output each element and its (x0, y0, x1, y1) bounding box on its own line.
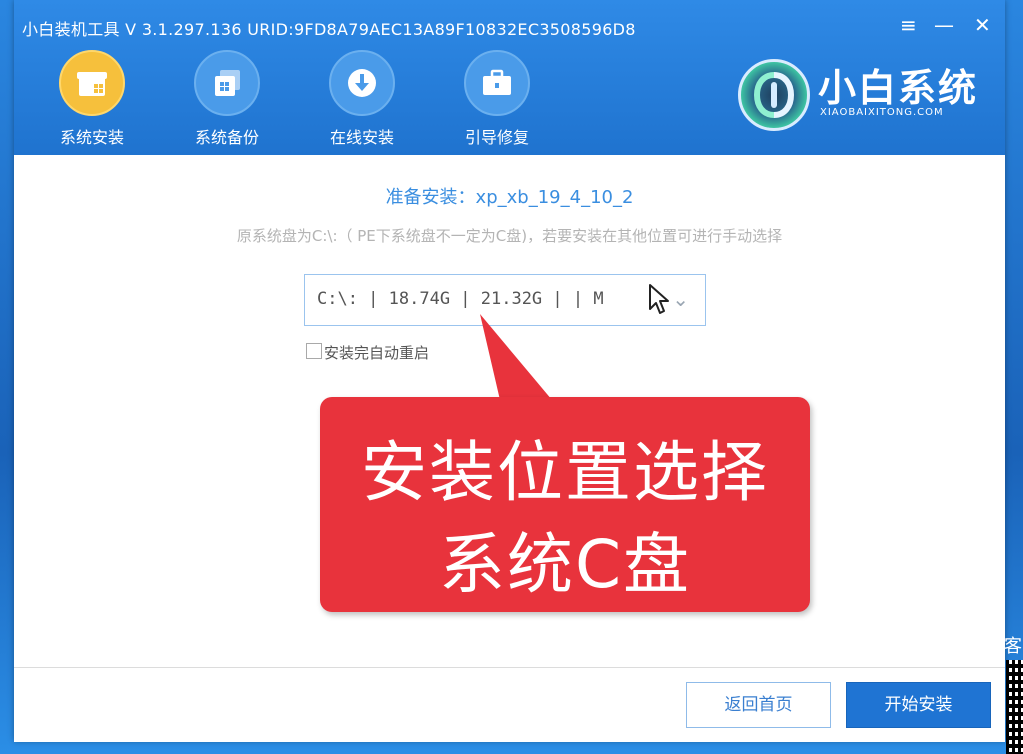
mouse-cursor-icon (649, 284, 669, 314)
nav-label: 在线安装 (329, 128, 394, 147)
partition-value: C:\: | 18.74G | 21.32G | | M (317, 289, 604, 309)
brand-logo: 小白系统 XIAOBAIXITONG.COM (738, 55, 998, 135)
toolbox-icon (464, 50, 530, 116)
side-service-label: 客 (1004, 636, 1022, 657)
backup-icon (194, 50, 260, 116)
install-box-icon (59, 50, 125, 116)
chevron-down-icon: ⌄ (672, 287, 689, 311)
prepare-install-title: 准备安装：xp_xb_19_4_10_2 (385, 187, 634, 208)
nav-item-boot-repair[interactable]: 引导修复 (442, 50, 552, 150)
back-home-button[interactable]: 返回首页 (686, 682, 831, 728)
auto-restart-label: 安装完自动重启 (324, 344, 430, 362)
download-icon (329, 50, 395, 116)
qr-code-icon (1006, 660, 1023, 754)
window-title: 小白装机工具 V 3.1.297.136 URID:9FD8A79AEC13A8… (22, 20, 636, 39)
callout-pointer (480, 314, 552, 400)
nav-label: 系统备份 (194, 128, 259, 147)
menu-icon[interactable]: ≡ (900, 15, 917, 35)
nav-item-system-backup[interactable]: 系统备份 (172, 50, 282, 150)
close-icon[interactable]: ✕ (974, 15, 991, 35)
footer-bar: 返回首页 开始安装 (14, 667, 1005, 742)
title-bar: 小白装机工具 V 3.1.297.136 URID:9FD8A79AEC13A8… (14, 0, 1005, 155)
nav-item-online-install[interactable]: 在线安装 (307, 50, 417, 150)
annotation-callout: 安装位置选择 系统C盘 (320, 397, 810, 612)
logo-emblem-icon (738, 59, 810, 131)
nav-label: 系统安装 (59, 128, 124, 147)
callout-text-line1: 安装位置选择 (361, 434, 769, 511)
nav-label: 引导修复 (464, 128, 529, 147)
minimize-icon[interactable]: — (934, 15, 954, 35)
callout-text-line2: 系统C盘 (438, 526, 692, 603)
start-install-button[interactable]: 开始安装 (846, 682, 991, 728)
auto-restart-checkbox[interactable] (306, 343, 322, 359)
logo-subtitle: XIAOBAIXITONG.COM (820, 107, 944, 118)
prepare-install-hint: 原系统盘为C:\:（ PE下系统盘不一定为C盘)，若要安装在其他位置可进行手动选… (236, 227, 783, 245)
logo-name: 小白系统 (818, 66, 979, 110)
nav-item-system-install[interactable]: 系统安装 (37, 50, 147, 150)
